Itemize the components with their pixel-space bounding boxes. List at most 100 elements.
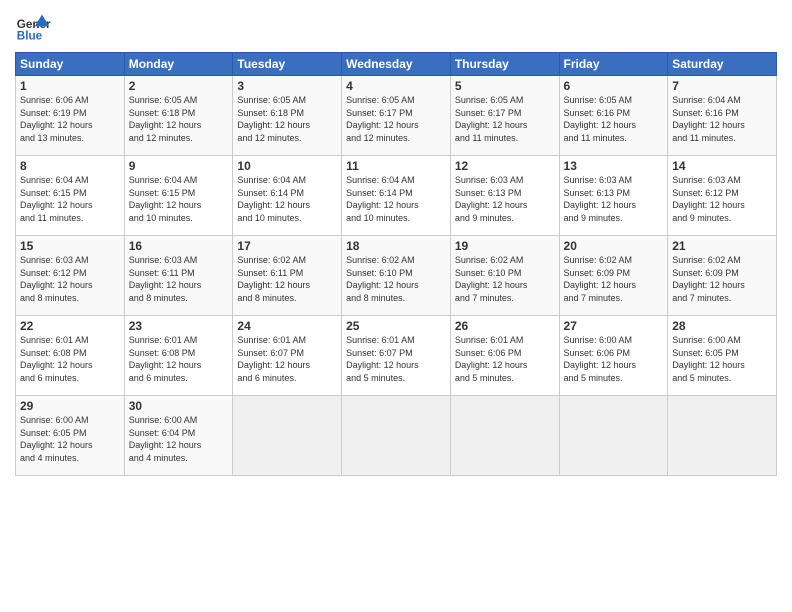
day-cell [233,396,342,476]
calendar-header-row: SundayMondayTuesdayWednesdayThursdayFrid… [16,53,777,76]
day-cell: 13Sunrise: 6:03 AM Sunset: 6:13 PM Dayli… [559,156,668,236]
day-number: 12 [455,159,555,173]
day-number: 4 [346,79,446,93]
day-cell: 28Sunrise: 6:00 AM Sunset: 6:05 PM Dayli… [668,316,777,396]
week-row-2: 8Sunrise: 6:04 AM Sunset: 6:15 PM Daylig… [16,156,777,236]
day-cell: 25Sunrise: 6:01 AM Sunset: 6:07 PM Dayli… [342,316,451,396]
day-number: 28 [672,319,772,333]
day-info: Sunrise: 6:06 AM Sunset: 6:19 PM Dayligh… [20,94,120,144]
day-number: 30 [129,399,229,413]
day-info: Sunrise: 6:03 AM Sunset: 6:12 PM Dayligh… [20,254,120,304]
header-cell-tuesday: Tuesday [233,53,342,76]
calendar-table: SundayMondayTuesdayWednesdayThursdayFrid… [15,52,777,476]
day-number: 14 [672,159,772,173]
day-info: Sunrise: 6:03 AM Sunset: 6:13 PM Dayligh… [564,174,664,224]
day-number: 27 [564,319,664,333]
day-info: Sunrise: 6:01 AM Sunset: 6:06 PM Dayligh… [455,334,555,384]
day-number: 21 [672,239,772,253]
day-number: 11 [346,159,446,173]
day-number: 22 [20,319,120,333]
day-info: Sunrise: 6:03 AM Sunset: 6:11 PM Dayligh… [129,254,229,304]
day-number: 19 [455,239,555,253]
day-info: Sunrise: 6:02 AM Sunset: 6:10 PM Dayligh… [346,254,446,304]
day-number: 25 [346,319,446,333]
header-cell-monday: Monday [124,53,233,76]
day-info: Sunrise: 6:05 AM Sunset: 6:17 PM Dayligh… [455,94,555,144]
day-cell: 10Sunrise: 6:04 AM Sunset: 6:14 PM Dayli… [233,156,342,236]
day-info: Sunrise: 6:02 AM Sunset: 6:10 PM Dayligh… [455,254,555,304]
header-cell-saturday: Saturday [668,53,777,76]
day-number: 5 [455,79,555,93]
logo-icon: General Blue [15,10,51,46]
day-cell: 5Sunrise: 6:05 AM Sunset: 6:17 PM Daylig… [450,76,559,156]
day-cell: 27Sunrise: 6:00 AM Sunset: 6:06 PM Dayli… [559,316,668,396]
day-number: 15 [20,239,120,253]
day-cell: 15Sunrise: 6:03 AM Sunset: 6:12 PM Dayli… [16,236,125,316]
day-info: Sunrise: 6:02 AM Sunset: 6:11 PM Dayligh… [237,254,337,304]
day-cell [668,396,777,476]
day-info: Sunrise: 6:04 AM Sunset: 6:14 PM Dayligh… [237,174,337,224]
day-number: 7 [672,79,772,93]
day-info: Sunrise: 6:02 AM Sunset: 6:09 PM Dayligh… [564,254,664,304]
day-number: 24 [237,319,337,333]
header-cell-sunday: Sunday [16,53,125,76]
header-cell-wednesday: Wednesday [342,53,451,76]
page-header: General Blue [15,10,777,46]
day-cell: 24Sunrise: 6:01 AM Sunset: 6:07 PM Dayli… [233,316,342,396]
day-number: 9 [129,159,229,173]
day-cell: 17Sunrise: 6:02 AM Sunset: 6:11 PM Dayli… [233,236,342,316]
day-info: Sunrise: 6:01 AM Sunset: 6:08 PM Dayligh… [20,334,120,384]
week-row-1: 1Sunrise: 6:06 AM Sunset: 6:19 PM Daylig… [16,76,777,156]
day-info: Sunrise: 6:04 AM Sunset: 6:15 PM Dayligh… [129,174,229,224]
day-number: 2 [129,79,229,93]
day-info: Sunrise: 6:04 AM Sunset: 6:15 PM Dayligh… [20,174,120,224]
day-cell [342,396,451,476]
day-info: Sunrise: 6:00 AM Sunset: 6:06 PM Dayligh… [564,334,664,384]
day-cell: 30Sunrise: 6:00 AM Sunset: 6:04 PM Dayli… [124,396,233,476]
day-cell: 18Sunrise: 6:02 AM Sunset: 6:10 PM Dayli… [342,236,451,316]
day-info: Sunrise: 6:05 AM Sunset: 6:17 PM Dayligh… [346,94,446,144]
page-container: General Blue SundayMondayTuesdayWednesda… [0,0,792,486]
day-number: 18 [346,239,446,253]
day-cell: 9Sunrise: 6:04 AM Sunset: 6:15 PM Daylig… [124,156,233,236]
day-info: Sunrise: 6:00 AM Sunset: 6:04 PM Dayligh… [129,414,229,464]
day-info: Sunrise: 6:00 AM Sunset: 6:05 PM Dayligh… [20,414,120,464]
day-cell: 4Sunrise: 6:05 AM Sunset: 6:17 PM Daylig… [342,76,451,156]
header-cell-friday: Friday [559,53,668,76]
day-info: Sunrise: 6:03 AM Sunset: 6:13 PM Dayligh… [455,174,555,224]
day-cell: 11Sunrise: 6:04 AM Sunset: 6:14 PM Dayli… [342,156,451,236]
day-cell [450,396,559,476]
day-cell: 20Sunrise: 6:02 AM Sunset: 6:09 PM Dayli… [559,236,668,316]
day-cell: 8Sunrise: 6:04 AM Sunset: 6:15 PM Daylig… [16,156,125,236]
week-row-3: 15Sunrise: 6:03 AM Sunset: 6:12 PM Dayli… [16,236,777,316]
day-info: Sunrise: 6:03 AM Sunset: 6:12 PM Dayligh… [672,174,772,224]
day-info: Sunrise: 6:01 AM Sunset: 6:08 PM Dayligh… [129,334,229,384]
day-number: 23 [129,319,229,333]
day-number: 16 [129,239,229,253]
day-cell: 12Sunrise: 6:03 AM Sunset: 6:13 PM Dayli… [450,156,559,236]
day-cell: 3Sunrise: 6:05 AM Sunset: 6:18 PM Daylig… [233,76,342,156]
day-number: 3 [237,79,337,93]
day-info: Sunrise: 6:01 AM Sunset: 6:07 PM Dayligh… [346,334,446,384]
day-number: 26 [455,319,555,333]
day-cell: 1Sunrise: 6:06 AM Sunset: 6:19 PM Daylig… [16,76,125,156]
day-cell: 7Sunrise: 6:04 AM Sunset: 6:16 PM Daylig… [668,76,777,156]
calendar-body: 1Sunrise: 6:06 AM Sunset: 6:19 PM Daylig… [16,76,777,476]
day-number: 17 [237,239,337,253]
day-number: 1 [20,79,120,93]
day-cell: 23Sunrise: 6:01 AM Sunset: 6:08 PM Dayli… [124,316,233,396]
day-cell: 29Sunrise: 6:00 AM Sunset: 6:05 PM Dayli… [16,396,125,476]
day-info: Sunrise: 6:04 AM Sunset: 6:16 PM Dayligh… [672,94,772,144]
day-cell: 26Sunrise: 6:01 AM Sunset: 6:06 PM Dayli… [450,316,559,396]
day-number: 20 [564,239,664,253]
day-cell [559,396,668,476]
day-info: Sunrise: 6:02 AM Sunset: 6:09 PM Dayligh… [672,254,772,304]
svg-text:Blue: Blue [17,30,43,43]
day-info: Sunrise: 6:05 AM Sunset: 6:16 PM Dayligh… [564,94,664,144]
day-cell: 19Sunrise: 6:02 AM Sunset: 6:10 PM Dayli… [450,236,559,316]
day-cell: 2Sunrise: 6:05 AM Sunset: 6:18 PM Daylig… [124,76,233,156]
header-cell-thursday: Thursday [450,53,559,76]
day-cell: 22Sunrise: 6:01 AM Sunset: 6:08 PM Dayli… [16,316,125,396]
day-info: Sunrise: 6:00 AM Sunset: 6:05 PM Dayligh… [672,334,772,384]
day-info: Sunrise: 6:05 AM Sunset: 6:18 PM Dayligh… [237,94,337,144]
